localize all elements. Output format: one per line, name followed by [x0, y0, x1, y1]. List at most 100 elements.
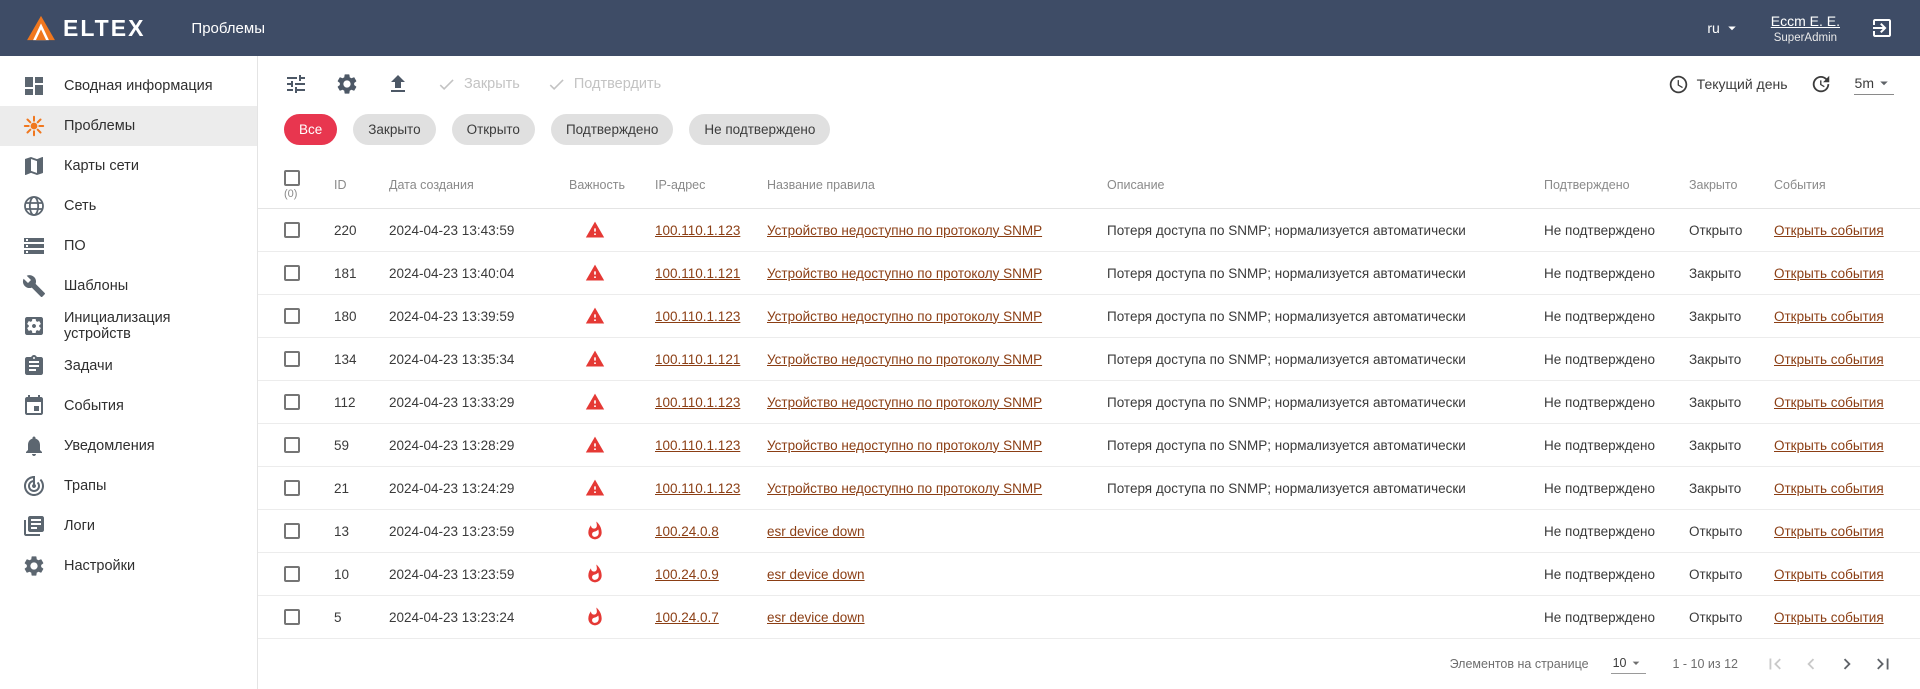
ip-address-link[interactable]: 100.110.1.123	[655, 395, 740, 410]
filter-settings-button[interactable]	[284, 72, 308, 96]
sidebar-item-wrench[interactable]: Шаблоны	[0, 266, 257, 306]
first-page-icon	[1764, 653, 1786, 675]
sidebar-item-calendar[interactable]: События	[0, 386, 257, 426]
confirm-problems-button[interactable]: Подтвердить	[547, 75, 661, 94]
toolbar-right: Текущий день 5m	[1668, 73, 1894, 95]
row-checkbox[interactable]	[284, 394, 300, 410]
column-header-ip: IP-адрес	[655, 178, 767, 192]
sidebar-item-traps[interactable]: Трапы	[0, 466, 257, 506]
ip-address-link[interactable]: 100.110.1.121	[655, 352, 740, 367]
rule-name-link[interactable]: Устройство недоступно по протоколу SNMP	[767, 223, 1042, 238]
rule-name-link[interactable]: Устройство недоступно по протоколу SNMP	[767, 395, 1042, 410]
filter-chip[interactable]: Открыто	[452, 114, 535, 145]
sidebar-item-label: Уведомления	[64, 438, 155, 454]
open-events-link[interactable]: Открыть события	[1774, 438, 1884, 453]
filter-chip[interactable]: Подтверждено	[551, 114, 673, 145]
ip-address-link[interactable]: 100.110.1.123	[655, 309, 740, 324]
row-closed: Закрыто	[1689, 266, 1774, 281]
table-settings-button[interactable]	[335, 72, 359, 96]
export-button[interactable]	[386, 72, 410, 96]
rule-name-link[interactable]: Устройство недоступно по протоколу SNMP	[767, 481, 1042, 496]
open-events-link[interactable]: Открыть события	[1774, 395, 1884, 410]
sidebar-menu: Сводная информация Проблемы Карты сети С…	[0, 66, 257, 586]
open-events-link[interactable]: Открыть события	[1774, 309, 1884, 324]
row-checkbox[interactable]	[284, 609, 300, 625]
open-events-link[interactable]: Открыть события	[1774, 266, 1884, 281]
open-events-link[interactable]: Открыть события	[1774, 567, 1884, 582]
per-page-select[interactable]: 10	[1611, 655, 1647, 674]
refresh-button[interactable]	[1810, 73, 1832, 95]
row-checkbox[interactable]	[284, 265, 300, 281]
table-row: 112 2024-04-23 13:33:29 100.110.1.123 Ус…	[258, 381, 1920, 424]
sidebar-item-map[interactable]: Карты сети	[0, 146, 257, 186]
filter-chip[interactable]: Закрыто	[353, 114, 435, 145]
previous-page-button[interactable]	[1800, 653, 1822, 675]
last-page-button[interactable]	[1872, 653, 1894, 675]
filter-chip-label: Подтверждено	[566, 122, 658, 137]
chevron-down-icon	[1723, 19, 1741, 37]
row-description: Потеря доступа по SNMP; нормализуется ав…	[1107, 352, 1544, 367]
sidebar-item-device-init[interactable]: Инициализация устройств	[0, 306, 257, 346]
row-confirmed: Не подтверждено	[1544, 223, 1689, 238]
table-row: 21 2024-04-23 13:24:29 100.110.1.123 Уст…	[258, 467, 1920, 510]
row-checkbox[interactable]	[284, 308, 300, 324]
open-events-link[interactable]: Открыть события	[1774, 610, 1884, 625]
row-checkbox[interactable]	[284, 566, 300, 582]
row-id: 13	[334, 524, 389, 539]
language-value: ru	[1707, 20, 1719, 36]
rule-name-link[interactable]: esr device down	[767, 567, 865, 582]
ip-address-link[interactable]: 100.24.0.7	[655, 610, 719, 625]
row-checkbox[interactable]	[284, 351, 300, 367]
open-events-link[interactable]: Открыть события	[1774, 524, 1884, 539]
ip-address-link[interactable]: 100.110.1.123	[655, 481, 740, 496]
sidebar-item-bell[interactable]: Уведомления	[0, 426, 257, 466]
dashboard-icon	[22, 74, 46, 98]
sidebar-item-tasks[interactable]: Задачи	[0, 346, 257, 386]
next-page-button[interactable]	[1836, 653, 1858, 675]
row-checkbox[interactable]	[284, 222, 300, 238]
logout-icon	[1870, 16, 1894, 40]
language-selector[interactable]: ru	[1707, 19, 1740, 37]
row-closed: Закрыто	[1689, 352, 1774, 367]
user-name-link[interactable]: Eccm E. E.	[1771, 13, 1840, 29]
table-row: 134 2024-04-23 13:35:34 100.110.1.121 Ус…	[258, 338, 1920, 381]
open-events-link[interactable]: Открыть события	[1774, 352, 1884, 367]
row-checkbox[interactable]	[284, 480, 300, 496]
row-created: 2024-04-23 13:39:59	[389, 309, 569, 324]
storage-icon	[22, 234, 46, 258]
refresh-interval-select[interactable]: 5m	[1854, 74, 1894, 95]
sidebar-item-logs[interactable]: Логи	[0, 506, 257, 546]
ip-address-link[interactable]: 100.110.1.121	[655, 266, 740, 281]
sidebar-item-dashboard[interactable]: Сводная информация	[0, 66, 257, 106]
row-closed: Открыто	[1689, 223, 1774, 238]
rule-name-link[interactable]: esr device down	[767, 610, 865, 625]
close-problems-button[interactable]: Закрыть	[437, 75, 520, 94]
filter-chip[interactable]: Не подтверждено	[689, 114, 830, 145]
select-all-checkbox[interactable]	[284, 170, 300, 186]
table-row: 180 2024-04-23 13:39:59 100.110.1.123 Ус…	[258, 295, 1920, 338]
sidebar-item-globe[interactable]: Сеть	[0, 186, 257, 226]
sidebar-item-problems[interactable]: Проблемы	[0, 106, 257, 146]
ip-address-link[interactable]: 100.24.0.9	[655, 567, 719, 582]
rule-name-link[interactable]: Устройство недоступно по протоколу SNMP	[767, 352, 1042, 367]
logout-button[interactable]	[1870, 16, 1894, 40]
rule-name-link[interactable]: Устройство недоступно по протоколу SNMP	[767, 438, 1042, 453]
sidebar-item-label: Логи	[64, 518, 95, 534]
sidebar-item-gear[interactable]: Настройки	[0, 546, 257, 586]
ip-address-link[interactable]: 100.24.0.8	[655, 524, 719, 539]
sidebar-item-storage[interactable]: ПО	[0, 226, 257, 266]
rule-name-link[interactable]: esr device down	[767, 524, 865, 539]
period-selector[interactable]: Текущий день	[1668, 74, 1788, 95]
rule-name-link[interactable]: Устройство недоступно по протоколу SNMP	[767, 309, 1042, 324]
open-events-link[interactable]: Открыть события	[1774, 223, 1884, 238]
ip-address-link[interactable]: 100.110.1.123	[655, 223, 740, 238]
ip-address-link[interactable]: 100.110.1.123	[655, 438, 740, 453]
tune-icon	[284, 72, 308, 96]
first-page-button[interactable]	[1764, 653, 1786, 675]
row-checkbox[interactable]	[284, 523, 300, 539]
filter-chip[interactable]: Все	[284, 114, 337, 145]
open-events-link[interactable]: Открыть события	[1774, 481, 1884, 496]
rule-name-link[interactable]: Устройство недоступно по протоколу SNMP	[767, 266, 1042, 281]
period-label: Текущий день	[1697, 76, 1788, 92]
row-checkbox[interactable]	[284, 437, 300, 453]
